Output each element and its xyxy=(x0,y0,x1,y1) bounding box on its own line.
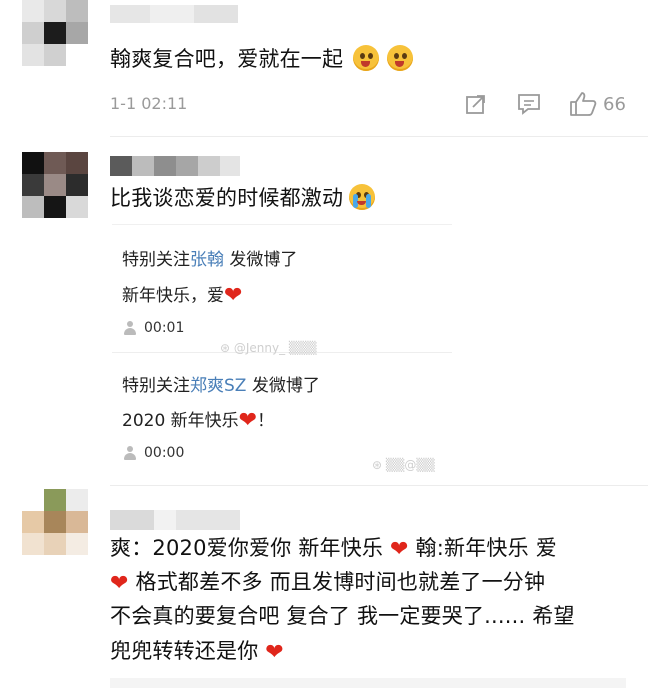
weibo-icon: ⊛ ▒▒@▒▒ xyxy=(372,458,435,472)
avatar[interactable] xyxy=(22,489,90,557)
heart-icon: ❤ xyxy=(390,537,409,562)
share-icon[interactable] xyxy=(463,92,489,116)
divider xyxy=(110,485,648,486)
crying-emoji-icon xyxy=(349,184,376,210)
quote-header: 特别关注张翰 发微博了 xyxy=(122,250,298,270)
comment-text: 比我谈恋爱的时候都激动 xyxy=(110,181,377,215)
quote-time: 00:01 xyxy=(144,320,185,336)
quote-card[interactable]: 特别关注张翰 发微博了 新年快乐，爱❤ 00:01 xyxy=(112,226,452,350)
heart-icon: ❤ xyxy=(110,571,129,596)
quote-header: 特别关注郑爽SZ 发微博了 xyxy=(122,376,320,396)
username[interactable] xyxy=(110,156,240,176)
heart-icon: ❤ xyxy=(238,408,258,433)
quote-card[interactable]: 特别关注郑爽SZ 发微博了 2020 新年快乐❤！ 00:00 xyxy=(112,354,452,474)
username[interactable] xyxy=(110,510,240,530)
comment-text: 翰爽复合吧，爱就在一起 xyxy=(110,42,415,76)
thumbs-up-icon[interactable] xyxy=(568,90,598,118)
user-icon xyxy=(124,446,136,460)
user-icon xyxy=(124,321,136,335)
divider xyxy=(110,136,648,137)
heart-icon: ❤ xyxy=(265,640,284,665)
user-link[interactable]: 郑爽SZ xyxy=(190,376,246,396)
timestamp: 1-1 02:11 xyxy=(110,94,188,113)
weibo-icon: ⊛ @Jenny_ ▒▒▒ xyxy=(220,341,317,355)
avatar[interactable] xyxy=(22,0,90,68)
like-count: 66 xyxy=(603,94,626,115)
user-link[interactable]: 张翰 xyxy=(190,250,224,270)
grin-emoji-icon xyxy=(353,45,380,71)
divider xyxy=(112,224,452,225)
quote-body: 2020 新年快乐❤！ xyxy=(122,408,275,433)
reply-preview[interactable] xyxy=(110,678,626,688)
quote-time: 00:00 xyxy=(144,445,185,461)
grin-emoji-icon xyxy=(387,45,414,71)
username[interactable] xyxy=(110,5,238,23)
heart-icon: ❤ xyxy=(224,283,243,308)
comment-icon[interactable] xyxy=(516,92,542,116)
avatar[interactable] xyxy=(22,152,90,220)
quote-body: 新年快乐，爱❤ xyxy=(122,283,243,308)
